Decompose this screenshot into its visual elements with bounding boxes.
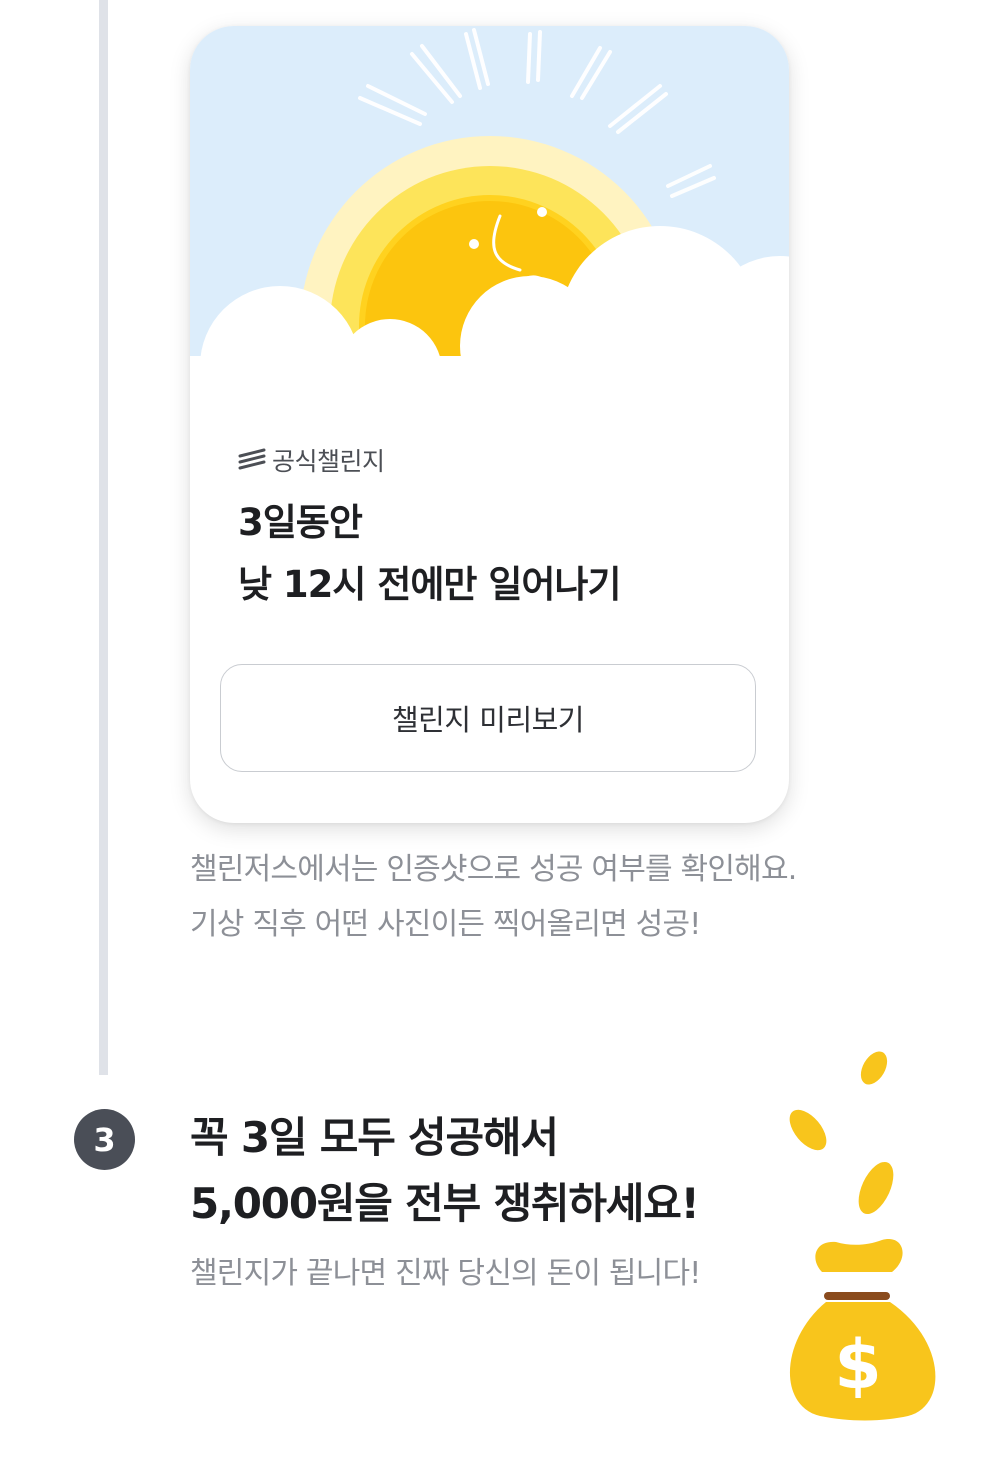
official-challenge-badge: 공식챌린지: [238, 442, 385, 478]
description-line1: 챌린저스에서는 인증샷으로 성공 여부를 확인해요.: [190, 852, 797, 887]
sun-behind-clouds-illustration: [190, 26, 789, 406]
step-title: 꼭 3일 모두 성공해서 5,000원을 전부 쟁취하세요!: [190, 1105, 790, 1237]
verification-description: 챌린저스에서는 인증샷으로 성공 여부를 확인해요. 기상 직후 어떤 사진이든…: [190, 842, 950, 952]
money-bag-icon: $: [789, 1051, 936, 1421]
timeline-line: [99, 0, 108, 1075]
svg-text:$: $: [834, 1326, 881, 1405]
badge-label: 공식챌린지: [272, 447, 385, 476]
stripes-logo-icon: [238, 448, 266, 470]
step-subtitle: 챌린지가 끝나면 진짜 당신의 돈이 됩니다!: [190, 1256, 701, 1291]
step-title-line1: 꼭 3일 모두 성공해서: [190, 1113, 559, 1162]
step-title-line2: 5,000원을 전부 쟁취하세요!: [190, 1179, 700, 1228]
challenge-title-line1: 3일동안: [238, 501, 363, 544]
challenge-title-line2: 낮 12시 전에만 일어나기: [238, 563, 622, 606]
challenge-preview-button[interactable]: 챌린지 미리보기: [220, 664, 756, 772]
description-line2: 기상 직후 어떤 사진이든 찍어올리면 성공!: [190, 907, 701, 942]
step-number-badge: 3: [74, 1109, 135, 1170]
challenge-title: 3일동안 낮 12시 전에만 일어나기: [238, 492, 758, 616]
challenge-card[interactable]: 공식챌린지 3일동안 낮 12시 전에만 일어나기 챌린지 미리보기: [190, 26, 789, 823]
